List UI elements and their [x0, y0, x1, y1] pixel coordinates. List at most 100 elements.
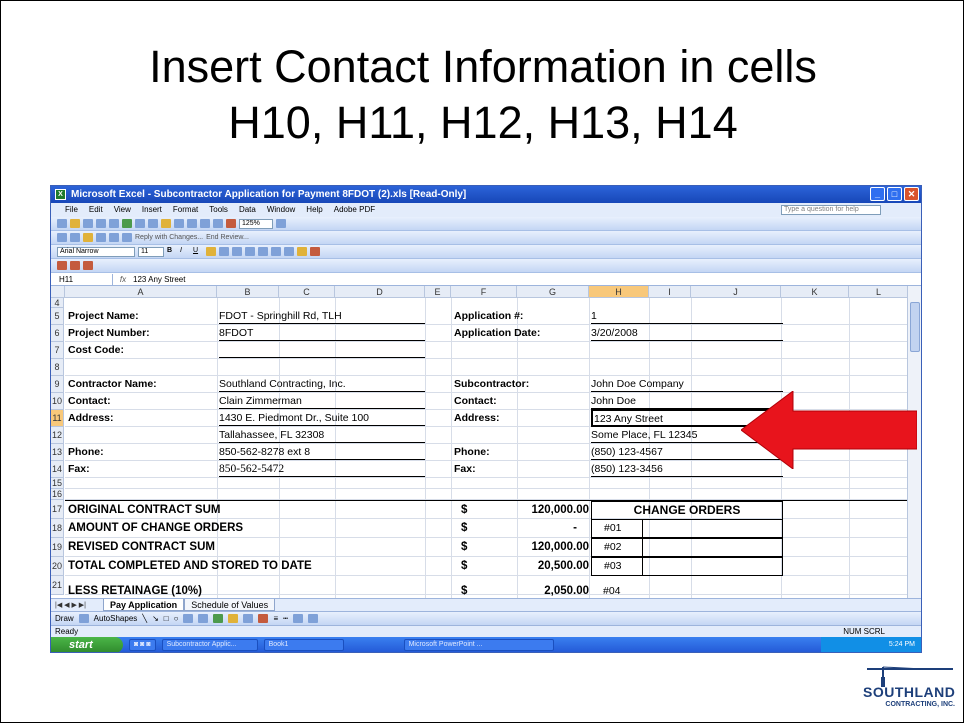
cell-i18[interactable]: [642, 519, 783, 538]
line-color-icon[interactable]: [243, 614, 254, 623]
redo-icon[interactable]: [187, 219, 197, 228]
cell-f17[interactable]: $: [461, 501, 467, 519]
3d-icon[interactable]: [307, 614, 318, 623]
cell-b10[interactable]: Clain Zimmerman: [219, 393, 425, 409]
row-header-12[interactable]: 12: [51, 427, 64, 444]
borders-icon[interactable]: [284, 247, 294, 256]
col-header-h[interactable]: H: [589, 286, 649, 298]
cut-icon[interactable]: [135, 219, 145, 228]
col-header-g[interactable]: G: [517, 286, 589, 298]
cell-a20[interactable]: TOTAL COMPLETED AND STORED TO DATE: [68, 557, 312, 575]
cell-g17[interactable]: 120,000.00: [517, 501, 589, 519]
cell-g19[interactable]: 120,000.00: [517, 538, 589, 556]
maximize-icon[interactable]: □: [887, 187, 902, 201]
line-icon[interactable]: ╲: [142, 614, 147, 623]
arrow-icon[interactable]: ↘: [152, 614, 159, 623]
cell-b5[interactable]: FDOT - Springhill Rd, TLH: [219, 308, 425, 324]
font-name-select[interactable]: Arial Narrow: [57, 246, 135, 257]
currency-icon[interactable]: [258, 247, 268, 256]
select-objects-icon[interactable]: [78, 614, 89, 623]
col-header-i[interactable]: I: [649, 286, 691, 298]
row-header-14[interactable]: 14: [51, 461, 64, 478]
comment-icon[interactable]: [83, 233, 93, 242]
col-header-e[interactable]: E: [425, 286, 451, 298]
cell-a5[interactable]: Project Name:: [68, 308, 139, 324]
menu-format[interactable]: Format: [173, 203, 198, 217]
name-box[interactable]: H11: [51, 273, 113, 285]
col-header-b[interactable]: B: [217, 286, 279, 298]
review-icon-3[interactable]: [96, 233, 106, 242]
cell-b6[interactable]: 8FDOT: [219, 325, 425, 341]
percent-icon[interactable]: [271, 247, 281, 256]
cell-i19[interactable]: [642, 538, 783, 557]
cell-f13[interactable]: Phone:: [454, 444, 490, 460]
font-color-draw-icon[interactable]: [258, 614, 269, 623]
row-header-20[interactable]: 20: [51, 557, 64, 576]
cell-h18[interactable]: #01: [591, 519, 643, 538]
select-all-corner[interactable]: [51, 286, 65, 298]
cell-f19[interactable]: $: [461, 538, 467, 556]
row-header-19[interactable]: 19: [51, 538, 64, 557]
sort-icon[interactable]: [213, 219, 223, 228]
cell-h21[interactable]: #04: [603, 582, 621, 598]
cell-f11[interactable]: Address:: [454, 410, 500, 426]
cell-f9[interactable]: Subcontractor:: [454, 376, 529, 392]
rectangle-icon[interactable]: □: [164, 614, 169, 623]
col-header-k[interactable]: K: [781, 286, 849, 298]
formula-input[interactable]: 123 Any Street: [133, 275, 185, 284]
cell-a19[interactable]: REVISED CONTRACT SUM: [68, 538, 215, 556]
cell-g20[interactable]: 20,500.00: [517, 557, 589, 575]
row-header-9[interactable]: 9: [51, 376, 64, 393]
oval-icon[interactable]: ○: [174, 614, 179, 623]
row-header-11[interactable]: 11: [51, 410, 64, 427]
cell-b13[interactable]: 850-562-8278 ext 8: [219, 444, 425, 460]
menu-insert[interactable]: Insert: [142, 203, 162, 217]
help-icon[interactable]: [276, 219, 286, 228]
paste-icon[interactable]: [161, 219, 171, 228]
minimize-icon[interactable]: _: [870, 187, 885, 201]
row-header-16[interactable]: 16: [51, 489, 64, 500]
tab-schedule-of-values[interactable]: Schedule of Values: [184, 599, 276, 611]
cell-f21[interactable]: $: [461, 582, 467, 598]
menu-help[interactable]: Help: [306, 203, 322, 217]
pdf-review-icon[interactable]: [83, 261, 93, 270]
zoom-select[interactable]: 125%: [239, 218, 273, 229]
print-icon[interactable]: [96, 219, 106, 228]
tab-scroll-arrows-icon[interactable]: |◀ ◀ ▶ ▶|: [51, 601, 103, 609]
cell-f20[interactable]: $: [461, 557, 467, 575]
cell-a17[interactable]: ORIGINAL CONTRACT SUM: [68, 501, 220, 519]
cell-a18[interactable]: AMOUNT OF CHANGE ORDERS: [68, 519, 243, 537]
menu-adobe-pdf[interactable]: Adobe PDF: [334, 203, 375, 217]
bold-icon[interactable]: B: [167, 247, 177, 256]
pdf-icon[interactable]: [57, 261, 67, 270]
textbox-icon[interactable]: [183, 614, 194, 623]
cell-f18[interactable]: $: [461, 519, 467, 537]
quicklaunch-icons[interactable]: ◙ ◙ ◙: [129, 639, 156, 651]
col-header-f[interactable]: F: [451, 286, 517, 298]
row-header-21[interactable]: 21: [51, 576, 64, 595]
save-icon[interactable]: [83, 219, 93, 228]
cell-a9[interactable]: Contractor Name:: [68, 376, 157, 392]
menu-edit[interactable]: Edit: [89, 203, 103, 217]
cell-g21[interactable]: 2,050.00: [517, 582, 589, 598]
tab-pay-application[interactable]: Pay Application: [103, 599, 185, 611]
row-header-13[interactable]: 13: [51, 444, 64, 461]
cell-i20[interactable]: [642, 557, 783, 576]
align-center-icon[interactable]: [219, 247, 229, 256]
pdf-email-icon[interactable]: [70, 261, 80, 270]
cell-h20[interactable]: #03: [591, 557, 643, 576]
row-header-10[interactable]: 10: [51, 393, 64, 410]
fill-color-icon[interactable]: [297, 247, 307, 256]
cell-b12[interactable]: Tallahassee, FL 32308: [219, 427, 425, 443]
clipart-icon[interactable]: [213, 614, 224, 623]
help-search-input[interactable]: Type a question for help: [781, 205, 881, 215]
draw-menu-button[interactable]: Draw: [55, 614, 74, 623]
fx-icon[interactable]: fx: [113, 275, 133, 284]
copy-icon[interactable]: [148, 219, 158, 228]
cell-a21[interactable]: LESS RETAINAGE (10%): [68, 582, 202, 598]
cell-a10[interactable]: Contact:: [68, 393, 111, 409]
task-powerpoint[interactable]: Microsoft PowerPoint ...: [403, 639, 554, 651]
cell-b14[interactable]: 850-562-5472: [219, 461, 425, 477]
open-icon[interactable]: [70, 219, 80, 228]
reply-with-changes-button[interactable]: Reply with Changes...: [135, 234, 203, 241]
